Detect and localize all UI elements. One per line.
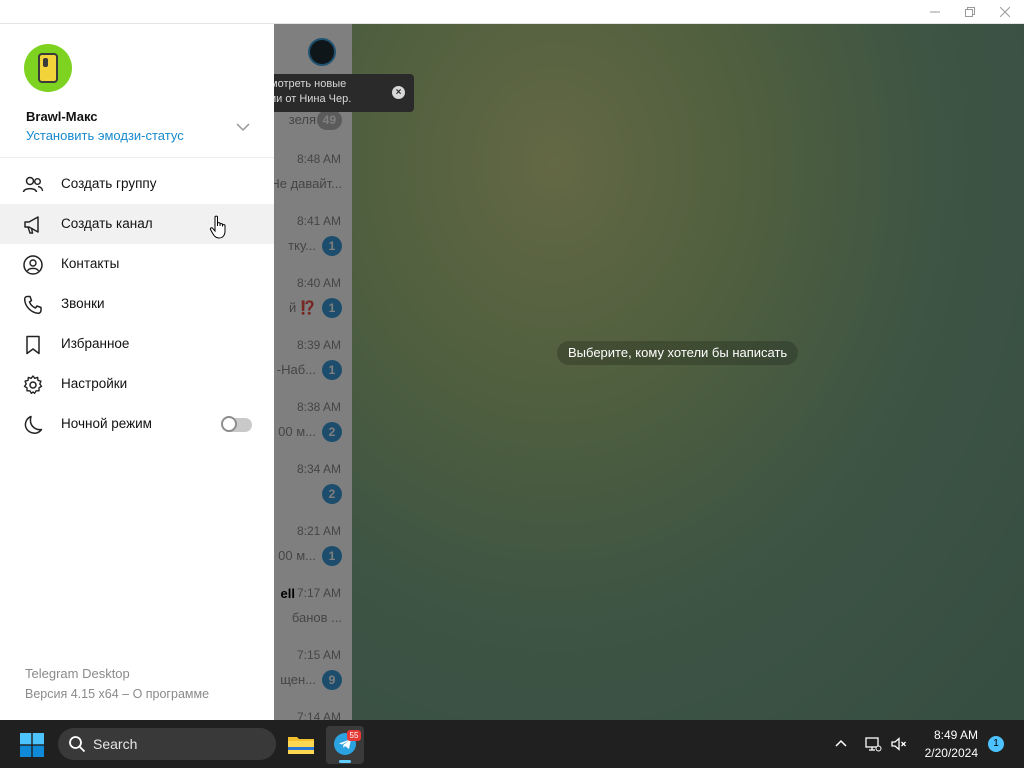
restore-icon	[965, 7, 975, 17]
night-mode-toggle[interactable]	[221, 416, 252, 432]
menu-item-label: Избранное	[61, 336, 130, 351]
menu-item-saved[interactable]: Избранное	[0, 324, 274, 364]
menu-item-label: Звонки	[61, 296, 105, 311]
windows-start-icon[interactable]	[20, 733, 44, 757]
search-icon	[69, 736, 86, 753]
menu-item-label: Настройки	[61, 376, 128, 391]
volume-muted-icon[interactable]	[890, 735, 908, 753]
notification-badge[interactable]: 1	[988, 736, 1004, 752]
chevron-down-icon[interactable]	[234, 120, 252, 134]
telegram-taskbar-button[interactable]: 55	[326, 726, 364, 764]
group-icon	[22, 176, 44, 193]
taskbar-search[interactable]: Search	[58, 728, 276, 760]
menu-item-label: Контакты	[61, 256, 120, 271]
search-placeholder: Search	[93, 736, 138, 752]
minimize-icon	[930, 11, 940, 13]
close-icon	[1000, 7, 1010, 17]
empty-chat-hint: Выберите, кому хотели бы написать	[557, 341, 799, 365]
menu-item-calls[interactable]: Звонки	[0, 284, 274, 324]
set-emoji-status-link[interactable]: Установить эмодзи-статус	[26, 128, 184, 143]
restore-button[interactable]	[952, 0, 988, 24]
clock-date[interactable]: 2/20/2024	[914, 746, 978, 760]
app-name[interactable]: Telegram Desktop	[25, 666, 130, 681]
megaphone-icon	[24, 216, 39, 234]
app-window: зеля498:48 AMНе давайт...8:41 AMтку...18…	[0, 24, 1024, 720]
phone-icon	[23, 295, 42, 315]
gear-icon	[23, 375, 43, 394]
network-icon[interactable]	[864, 735, 882, 753]
active-app-indicator	[339, 760, 351, 763]
tooltip-line-1: мотреть новые	[270, 78, 347, 90]
window-title-bar	[0, 0, 1024, 24]
show-hidden-icons-icon[interactable]	[833, 736, 849, 752]
menu-item-label: Создать канал	[61, 216, 153, 231]
tooltip-line-2: ии от Нина Чер.	[270, 93, 352, 105]
menu-item-contacts[interactable]: Контакты	[0, 244, 274, 284]
file-explorer-icon[interactable]	[285, 728, 317, 760]
telegram-unread-badge: 55	[347, 730, 361, 741]
avatar[interactable]	[24, 44, 72, 92]
version-about-link[interactable]: Версия 4.15 x64 – О программе	[25, 687, 209, 701]
menu-item-create-group[interactable]: Создать группу	[0, 164, 274, 204]
minimize-button[interactable]	[917, 0, 953, 24]
bookmark-icon	[26, 335, 40, 355]
clock-time[interactable]: 8:49 AM	[914, 728, 978, 742]
taskbar: Search 55 8:49 AM 2/20/2024 1	[0, 720, 1024, 768]
menu-item-night-mode[interactable]: Ночной режим	[0, 404, 274, 444]
menu-header: Brawl-Макс Установить эмодзи-статус	[0, 24, 274, 158]
stories-tooltip: мотреть новые ии от Нина Чер. ×	[262, 74, 414, 112]
menu-item-label: Создать группу	[61, 176, 157, 191]
close-button[interactable]	[987, 0, 1023, 24]
menu-item-settings[interactable]: Настройки	[0, 364, 274, 404]
contact-icon	[23, 255, 43, 275]
tooltip-close-icon[interactable]: ×	[392, 86, 405, 99]
menu-item-create-channel[interactable]: Создать канал	[0, 204, 274, 244]
side-menu: Brawl-Макс Установить эмодзи-статус Созд…	[0, 24, 274, 720]
username: Brawl-Макс	[26, 109, 98, 124]
menu-item-label: Ночной режим	[61, 416, 152, 431]
hand-cursor-icon	[209, 215, 226, 239]
moon-icon	[24, 415, 43, 434]
